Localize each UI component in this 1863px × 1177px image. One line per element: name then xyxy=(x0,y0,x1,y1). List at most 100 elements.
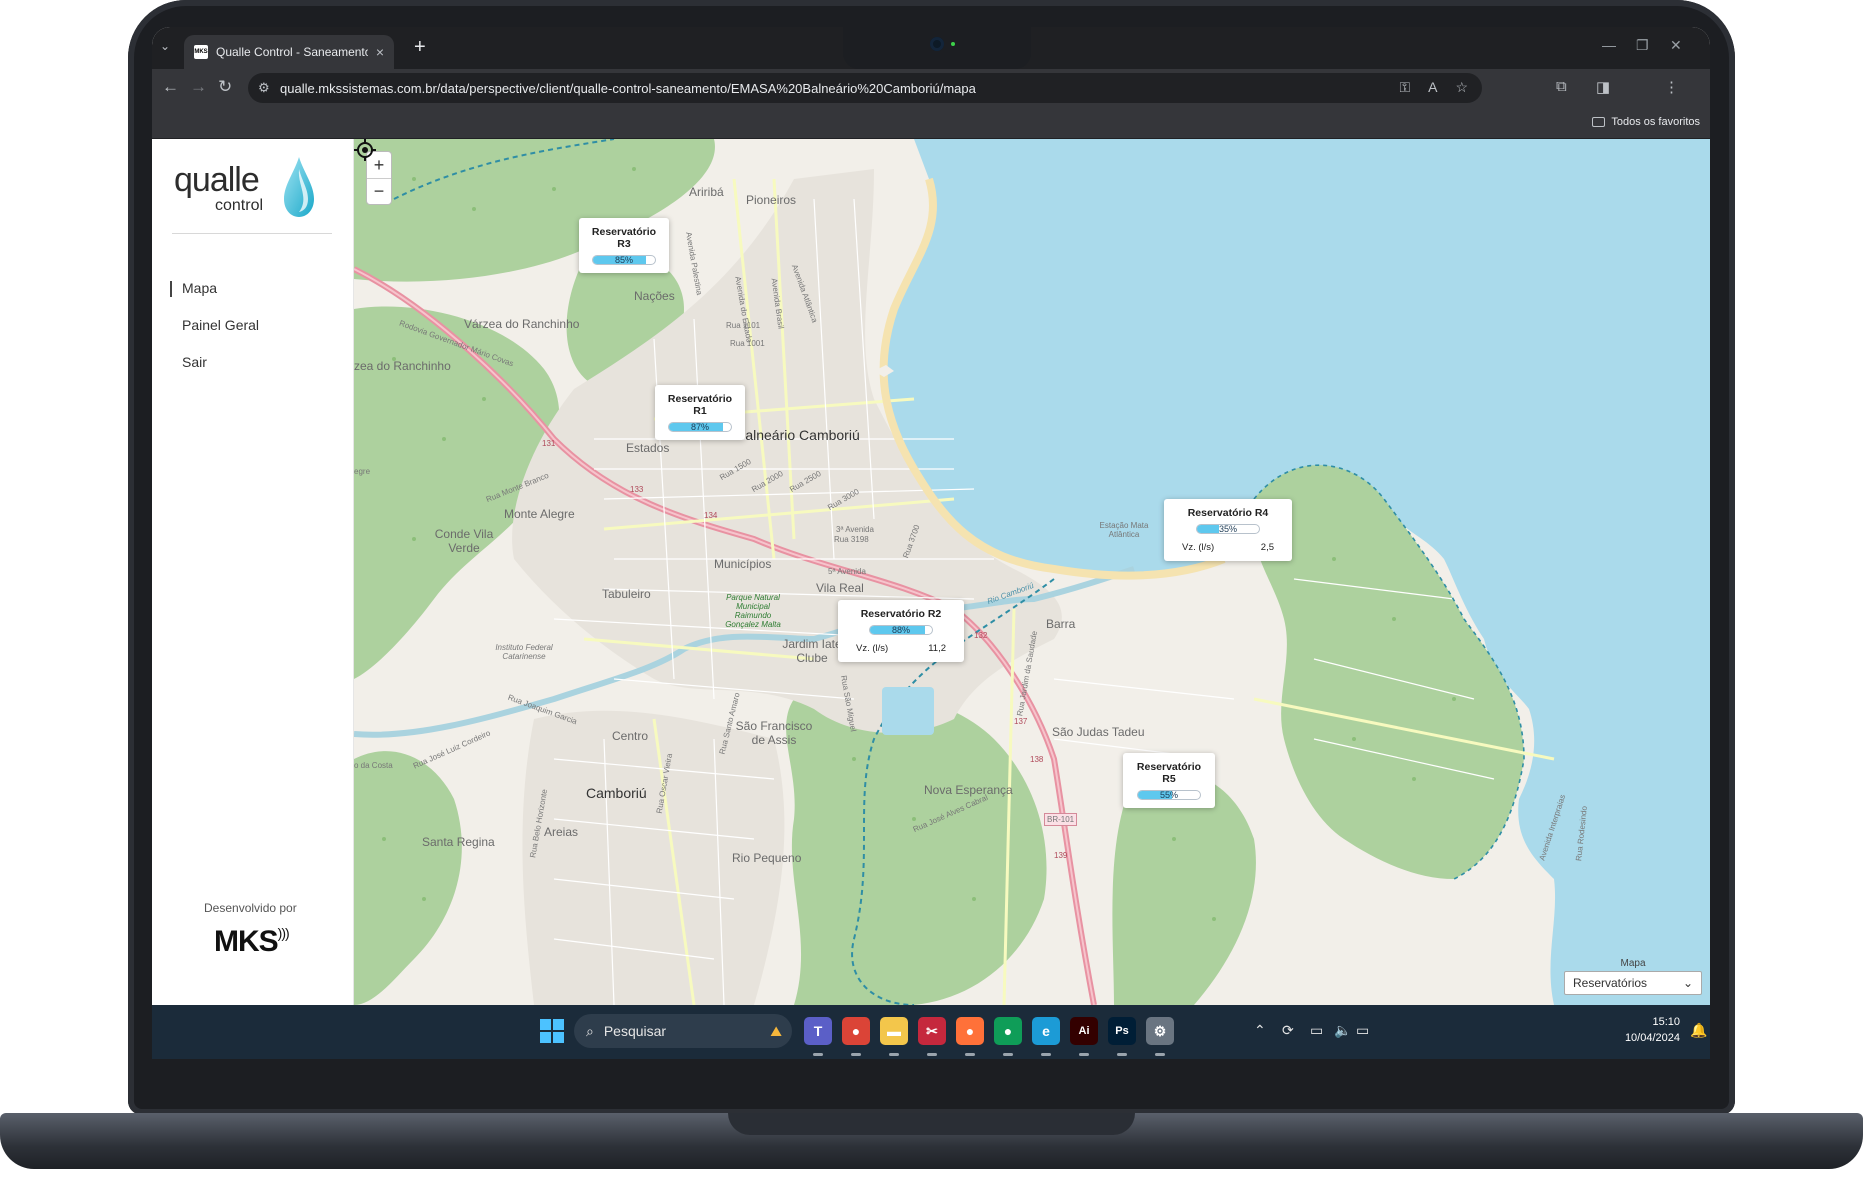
street-label: 3ª Avenida xyxy=(836,525,874,534)
menu-kebab-icon[interactable]: ⋮ xyxy=(1664,78,1679,96)
start-button[interactable] xyxy=(538,1017,566,1045)
level-bar: 85% xyxy=(592,255,656,265)
street-label: 5ª Avenida xyxy=(828,567,866,576)
sync-icon[interactable]: ⟳ xyxy=(1282,1022,1294,1039)
notification-bell-icon[interactable]: 🔔 xyxy=(1690,1022,1707,1039)
show-hidden-icons-icon[interactable]: ⌃ xyxy=(1254,1022,1266,1039)
taskbar-teams-icon[interactable]: T xyxy=(804,1017,832,1045)
place-label: Pioneiros xyxy=(746,193,797,207)
browser-toolbar: ← → ↻ ⚙ qualle.mkssistemas.com.br/data/p… xyxy=(152,69,1710,109)
reload-icon[interactable]: ↻ xyxy=(218,77,232,97)
site-info-icon[interactable]: ⚙ xyxy=(258,80,270,96)
system-clock[interactable]: 15:10 10/04/2024 xyxy=(1625,1014,1680,1046)
chevron-down-icon: ⌄ xyxy=(1682,976,1693,990)
laptop-hinge-notch xyxy=(728,1113,1135,1135)
minimize-icon[interactable]: — xyxy=(1602,37,1616,53)
qualle-control-logo: qualle control xyxy=(174,155,324,225)
place-label: Tabuleiro xyxy=(602,587,651,601)
place-label: Várzea do Ranchinho xyxy=(464,317,580,331)
level-bar: 35% xyxy=(1196,524,1260,534)
reservoir-card-r5[interactable]: Reservatório R5 55% xyxy=(1123,753,1215,808)
reservoir-card-r4[interactable]: Reservatório R4 35% Vz. (l/s) 2,5 xyxy=(1164,499,1292,561)
locate-me-icon[interactable] xyxy=(354,139,376,161)
place-label: Instituto Federal Catarinense xyxy=(495,643,553,661)
reservoir-card-r3[interactable]: Reservatório R3 85% xyxy=(579,218,669,273)
battery-icon[interactable]: ▭ xyxy=(1356,1022,1369,1039)
place-label: Nova Esperança xyxy=(924,783,1013,797)
new-tab-icon[interactable]: + xyxy=(414,36,426,59)
password-key-icon[interactable]: ⚿ xyxy=(1399,79,1410,96)
street-label: BR-101 xyxy=(1044,813,1078,826)
bookmarks-bar: Todos os favoritos xyxy=(152,109,1710,139)
sidebar-item-sair[interactable]: Sair xyxy=(182,354,207,370)
browser-tab[interactable]: MKS Qualle Control - Saneamento × xyxy=(184,35,394,69)
map-layer-selector: Mapa Reservatórios ⌄ xyxy=(1564,958,1702,995)
place-label: São Judas Tadeu xyxy=(1052,725,1145,739)
place-label: Rio Pequeno xyxy=(732,851,802,865)
taskbar-chrome-dev-icon[interactable]: ● xyxy=(994,1017,1022,1045)
windows-taskbar: ⌕ Pesquisar ⛰ T ● ▬ ✂ ● ● e Ai Ps ⚙ ⌃ ⟳ ▭ 🔈 ▭ 15:… xyxy=(152,1005,1710,1059)
reservoir-card-r1[interactable]: Reservatório R1 87% xyxy=(655,385,745,440)
taskbar-firefox-icon[interactable]: ● xyxy=(956,1017,984,1045)
reservoir-card-r2[interactable]: Reservatório R2 88% Vz. (l/s) 11,2 xyxy=(838,600,964,662)
running-indicator xyxy=(851,1053,861,1056)
taskbar-illustrator-icon[interactable]: Ai xyxy=(1070,1017,1098,1045)
running-indicator xyxy=(1079,1053,1089,1056)
bookmark-star-icon[interactable]: ☆ xyxy=(1455,79,1468,96)
taskbar-chrome-icon[interactable]: ● xyxy=(842,1017,870,1045)
place-label: Conde Vila Verde xyxy=(434,527,494,555)
reservoir-name: Reservatório R4 xyxy=(1187,507,1269,519)
volume-muted-icon[interactable]: 🔈 xyxy=(1334,1022,1351,1039)
map-layer-dropdown[interactable]: Reservatórios ⌄ xyxy=(1564,971,1702,995)
favicon-icon: MKS xyxy=(194,45,208,59)
address-bar[interactable]: ⚙ qualle.mkssistemas.com.br/data/perspec… xyxy=(248,73,1482,103)
camera-notch xyxy=(843,27,1031,69)
place-label: Vila Real xyxy=(816,581,864,595)
street-label: Rua 1001 xyxy=(730,339,765,348)
forest-southwest xyxy=(354,751,462,1005)
flow-value: 11,2 xyxy=(928,643,946,654)
place-label: zea do Ranchinho xyxy=(354,359,451,373)
place-label: Nações xyxy=(634,289,675,303)
signal-wave-icon: ))) xyxy=(277,925,290,941)
taskbar-settings-icon[interactable]: ⚙ xyxy=(1146,1017,1174,1045)
all-bookmarks-button[interactable]: Todos os favoritos xyxy=(1592,116,1700,128)
back-icon[interactable]: ← xyxy=(162,77,179,97)
side-panel-icon[interactable]: ◨ xyxy=(1596,78,1610,96)
network-icon[interactable]: ▭ xyxy=(1310,1022,1323,1039)
level-percent: 55% xyxy=(1159,790,1178,800)
map-canvas[interactable]: Ariribá Pioneiros Nações Várzea do Ranch… xyxy=(354,139,1710,1005)
extensions-icon[interactable]: ⧉ xyxy=(1556,78,1567,95)
tab-search-icon[interactable]: ⌄ xyxy=(160,39,170,53)
level-percent: 88% xyxy=(891,625,910,635)
place-label: Municípios xyxy=(714,557,772,571)
route-number: 131 xyxy=(542,439,556,448)
taskbar-search[interactable]: ⌕ Pesquisar ⛰ xyxy=(574,1014,792,1048)
taskbar-photoshop-icon[interactable]: Ps xyxy=(1108,1017,1136,1045)
forward-icon[interactable]: → xyxy=(190,77,207,97)
place-label: São Francisco de Assis xyxy=(735,719,813,747)
sidebar-item-mapa[interactable]: Mapa xyxy=(169,280,217,297)
zoom-out-button[interactable]: − xyxy=(367,178,391,204)
developed-by-label: Desenvolvido por xyxy=(204,901,297,915)
route-number: 139 xyxy=(1054,851,1068,860)
taskbar-explorer-icon[interactable]: ▬ xyxy=(880,1017,908,1045)
sidebar-item-painel-geral[interactable]: Painel Geral xyxy=(182,317,259,333)
close-window-icon[interactable]: ✕ xyxy=(1670,37,1682,54)
lagoon xyxy=(882,687,934,735)
translate-icon[interactable]: A xyxy=(1428,79,1437,96)
place-label: Centro xyxy=(612,729,649,743)
clock-time: 15:10 xyxy=(1652,1016,1680,1028)
running-indicator xyxy=(1041,1053,1051,1056)
sidebar: qualle control Mapa Painel Geral Sair De… xyxy=(152,139,354,1005)
route-number: 134 xyxy=(704,511,718,520)
running-indicator xyxy=(1117,1053,1127,1056)
place-label: Santa Regina xyxy=(422,835,495,849)
restore-icon[interactable]: ❐ xyxy=(1636,37,1649,54)
taskbar-snipping-icon[interactable]: ✂ xyxy=(918,1017,946,1045)
route-number: 133 xyxy=(630,485,644,494)
taskbar-edge-icon[interactable]: e xyxy=(1032,1017,1060,1045)
place-label: Ariribá xyxy=(689,185,724,199)
water-drop-icon xyxy=(284,157,314,217)
tab-close-icon[interactable]: × xyxy=(376,44,384,60)
